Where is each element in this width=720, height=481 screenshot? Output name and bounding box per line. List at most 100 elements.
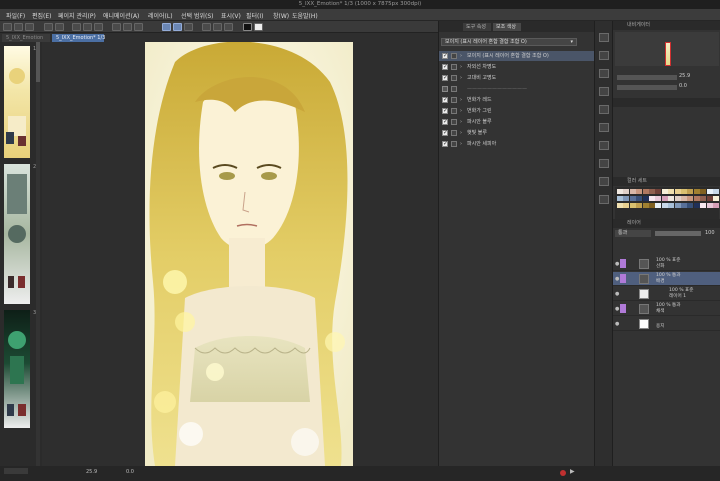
palette-swatch[interactable] xyxy=(636,196,643,201)
new-icon[interactable] xyxy=(3,23,12,31)
eye-icon[interactable]: ● xyxy=(615,321,619,327)
material-icon[interactable] xyxy=(599,177,609,186)
palette-swatch[interactable] xyxy=(668,203,675,208)
eye-icon[interactable]: ● xyxy=(615,306,619,312)
lock-icon[interactable] xyxy=(451,75,457,81)
preset-dropdown[interactable]: 보이지 (표시 레이어 혼합 결합 조합 O) ▾ xyxy=(441,38,577,46)
palette-swatch[interactable] xyxy=(687,203,694,208)
menu-selection[interactable]: 선택 범위(S) xyxy=(181,11,213,20)
palette-swatch[interactable] xyxy=(687,196,694,201)
layer-row[interactable]: ● 100 % 통과 채색 xyxy=(613,302,720,316)
checkbox-on[interactable] xyxy=(442,139,448,149)
checkbox-off[interactable] xyxy=(442,86,448,92)
palette-swatch[interactable] xyxy=(681,189,687,194)
layer-row[interactable]: ● 용지 xyxy=(613,317,720,331)
palette-swatch[interactable] xyxy=(661,196,668,201)
palette-swatch[interactable] xyxy=(655,196,662,201)
palette-swatch[interactable] xyxy=(661,203,668,208)
palette-swatch[interactable] xyxy=(649,196,655,201)
palette-swatch[interactable] xyxy=(693,189,700,194)
fill-icon[interactable] xyxy=(83,23,92,31)
transform-icon[interactable] xyxy=(94,23,103,31)
page-thumbnail-2[interactable] xyxy=(4,164,30,304)
palette-swatch[interactable] xyxy=(668,189,675,194)
lock-icon[interactable] xyxy=(451,108,457,114)
eye-icon[interactable]: ● xyxy=(615,261,619,267)
preset-row[interactable]: › 햇빛 블루 xyxy=(439,128,595,138)
record-icon[interactable] xyxy=(560,470,566,476)
layer-property-icon[interactable] xyxy=(599,195,609,204)
page-thumbnail-1[interactable] xyxy=(4,46,30,158)
checkbox-on[interactable] xyxy=(442,128,448,138)
menu-page[interactable]: 페이지 관리(P) xyxy=(58,11,96,20)
zoom-slider[interactable] xyxy=(617,75,677,80)
palette-swatch[interactable] xyxy=(700,189,707,194)
menu-filter[interactable]: 필터(I) xyxy=(246,11,264,20)
draft-icon[interactable] xyxy=(213,23,222,31)
page-list-scrollbar[interactable] xyxy=(36,42,40,466)
chevron-right-icon[interactable]: › xyxy=(460,62,462,72)
tab-inactive[interactable]: 5_IXX_Emotion xyxy=(2,34,50,42)
palette-swatch[interactable] xyxy=(713,189,719,194)
navigator-preview[interactable] xyxy=(615,32,719,66)
palette-swatch[interactable] xyxy=(649,203,655,208)
palette-swatch[interactable] xyxy=(629,189,636,194)
chevron-right-icon[interactable]: › xyxy=(460,106,462,116)
chevron-right-icon[interactable]: › xyxy=(460,73,462,83)
tab-active[interactable]: 5_IXX_Emotion* 1/3 xyxy=(52,34,105,42)
palette-swatch[interactable] xyxy=(636,189,643,194)
palette-swatch[interactable] xyxy=(649,189,655,194)
palette-swatch[interactable] xyxy=(674,203,681,208)
palette-swatch[interactable] xyxy=(674,196,681,201)
palette-swatch[interactable] xyxy=(713,203,719,208)
palette-swatch[interactable] xyxy=(687,189,694,194)
open-icon[interactable] xyxy=(14,23,23,31)
checkbox-on[interactable] xyxy=(442,117,448,127)
preset-row[interactable]: › 고대비 고명도 xyxy=(439,73,595,83)
snap-special-icon[interactable] xyxy=(184,23,193,31)
preset-row[interactable]: › 자외선 차명도 xyxy=(439,62,595,72)
palette-swatch[interactable] xyxy=(642,189,649,194)
scrollbar-thumb[interactable] xyxy=(36,42,40,82)
palette-swatch[interactable] xyxy=(661,189,668,194)
palette-swatch[interactable] xyxy=(700,203,707,208)
palette-swatch[interactable] xyxy=(713,196,719,201)
palette-swatch[interactable] xyxy=(693,196,700,201)
palette-swatch[interactable] xyxy=(629,203,636,208)
chevron-right-icon[interactable]: › xyxy=(460,117,462,127)
chevron-right-icon[interactable]: › xyxy=(460,128,462,138)
color-slider-icon[interactable] xyxy=(599,87,609,96)
preset-row[interactable]: › 파시안 블루 xyxy=(439,117,595,127)
chevron-right-icon[interactable]: › xyxy=(460,95,462,105)
palette-swatch[interactable] xyxy=(706,196,713,201)
palette-swatch[interactable] xyxy=(642,203,649,208)
history-icon[interactable] xyxy=(599,159,609,168)
checkbox-on[interactable] xyxy=(442,73,448,83)
palette-swatch[interactable] xyxy=(629,196,636,201)
palette-swatch[interactable] xyxy=(655,203,662,208)
palette-swatch[interactable] xyxy=(700,196,707,201)
rotation-slider[interactable] xyxy=(617,85,677,90)
brush-size-icon[interactable] xyxy=(599,51,609,60)
eye-icon[interactable]: ● xyxy=(615,291,619,297)
layer-row[interactable]: ● 100 % 표준 선화 xyxy=(613,257,720,271)
lock-icon[interactable] xyxy=(451,119,457,125)
snap-grid-icon[interactable] xyxy=(173,23,182,31)
deselect-icon[interactable] xyxy=(112,23,121,31)
palette-swatch[interactable] xyxy=(636,203,643,208)
clear-icon[interactable] xyxy=(72,23,81,31)
palette-swatch[interactable] xyxy=(681,196,687,201)
palette-swatch[interactable] xyxy=(642,196,649,201)
color-black-icon[interactable] xyxy=(243,23,252,31)
palette-swatch[interactable] xyxy=(617,196,623,201)
palette-swatch[interactable] xyxy=(668,196,675,201)
palette-swatch[interactable] xyxy=(693,203,700,208)
palette-swatch[interactable] xyxy=(617,189,623,194)
palette-swatch[interactable] xyxy=(623,189,630,194)
preset-row[interactable]: › 번화가 그린 xyxy=(439,106,595,116)
palette-swatch[interactable] xyxy=(706,203,713,208)
palette-swatch[interactable] xyxy=(617,203,623,208)
preset-row[interactable]: ———————————— xyxy=(439,84,595,94)
lock-icon[interactable] xyxy=(451,53,457,59)
menu-window[interactable]: 창(W) xyxy=(273,11,289,20)
